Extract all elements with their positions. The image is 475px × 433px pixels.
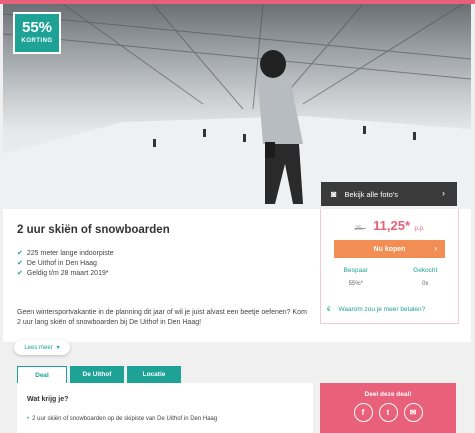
chevron-right-icon: › [434,244,437,253]
price-unit: p.p. [414,226,425,232]
tab-de-uithof[interactable]: De Uithof [70,366,124,383]
usp-label: 225 meter lange indoorpiste [26,250,114,257]
tab-deal[interactable]: Deal [17,366,67,383]
discount-label: KORTING [21,38,53,44]
bullet-icon: • [27,416,30,422]
deal-description: Geen wintersportvakantie in de planning … [17,309,307,326]
deal-title: 2 uur skiën of snowboarden [17,224,170,236]
share-title: Deel deze deal! [364,391,412,398]
deal-stats: Bespaar 55%* Gekocht 0x [321,267,460,287]
content-item-label: 2 uur skiën of snowboarden op de skipist… [32,416,218,422]
view-photos-button[interactable]: ◙ Bekijk alle foto's › [321,182,457,206]
discount-percent: 55% [21,19,53,36]
usp-label: Geldig t/m 28 maart 2019* [26,270,109,277]
savings-stat: Bespaar 55%* [321,267,391,287]
content-item: • 2 uur skiën of snowboarden op de skipis… [27,416,217,422]
share-box: Deel deze deal! f t ✉ [320,383,456,433]
camera-icon: ◙ [331,189,337,199]
usp-list: ✔ 225 meter lange indoorpiste ✔ De Uithof … [17,249,114,279]
chevron-down-icon: ▾ [56,345,60,351]
check-icon: ✔ [17,270,23,277]
read-more-label: Lees meer [24,344,53,351]
facebook-icon[interactable]: f [353,403,373,422]
why-pay-more-link[interactable]: € Waarom zou je meer betalen? [327,306,425,313]
why-pay-more-label: Waarom zou je meer betalen? [338,306,426,313]
hero-photo-illustration [3,4,471,209]
discount-badge: 55% KORTING [13,12,61,54]
savings-value: 55%* [348,281,363,287]
view-photos-label: Bekijk alle foto's [344,189,398,199]
buy-now-button[interactable]: Nu kopen › [334,240,445,258]
check-icon: ✔ [17,250,23,257]
usp-item: ✔ De Uithof in Den Haag [17,259,114,269]
sold-value: 0x [422,281,429,287]
social-buttons: f t ✉ [320,403,456,422]
euro-icon: € [327,306,331,313]
read-more-button[interactable]: Lees meer ▾ [14,340,70,355]
usp-label: De Uithof in Den Haag [26,260,97,267]
tab-bar: Deal De Uithof Locatie [17,366,181,383]
content-heading: Wat krijg je? [27,396,69,403]
savings-label: Bespaar [343,267,368,274]
tab-locatie[interactable]: Locatie [127,366,181,383]
sold-label: Gekocht [413,267,438,274]
mail-icon[interactable]: ✉ [403,403,423,422]
tab-content: Wat krijg je? • 2 uur skiën of snowboarde… [17,383,313,433]
hero-image[interactable]: 55% KORTING [3,4,471,209]
old-price: 25,- [354,225,366,232]
buy-now-label: Nu kopen [373,245,406,253]
price-row: 25,- 11,25* p.p. [321,217,458,235]
usp-item: ✔ 225 meter lange indoorpiste [17,249,114,259]
chevron-right-icon: › [442,188,445,198]
twitter-icon[interactable]: t [378,403,398,422]
deal-card: 55% KORTING ◙ Bekijk alle foto's › 2 uur… [3,4,471,342]
check-icon: ✔ [17,260,23,267]
new-price: 11,25* [373,218,411,233]
usp-item: ✔ Geldig t/m 28 maart 2019* [17,269,114,279]
sold-stat: Gekocht 0x [391,267,461,287]
